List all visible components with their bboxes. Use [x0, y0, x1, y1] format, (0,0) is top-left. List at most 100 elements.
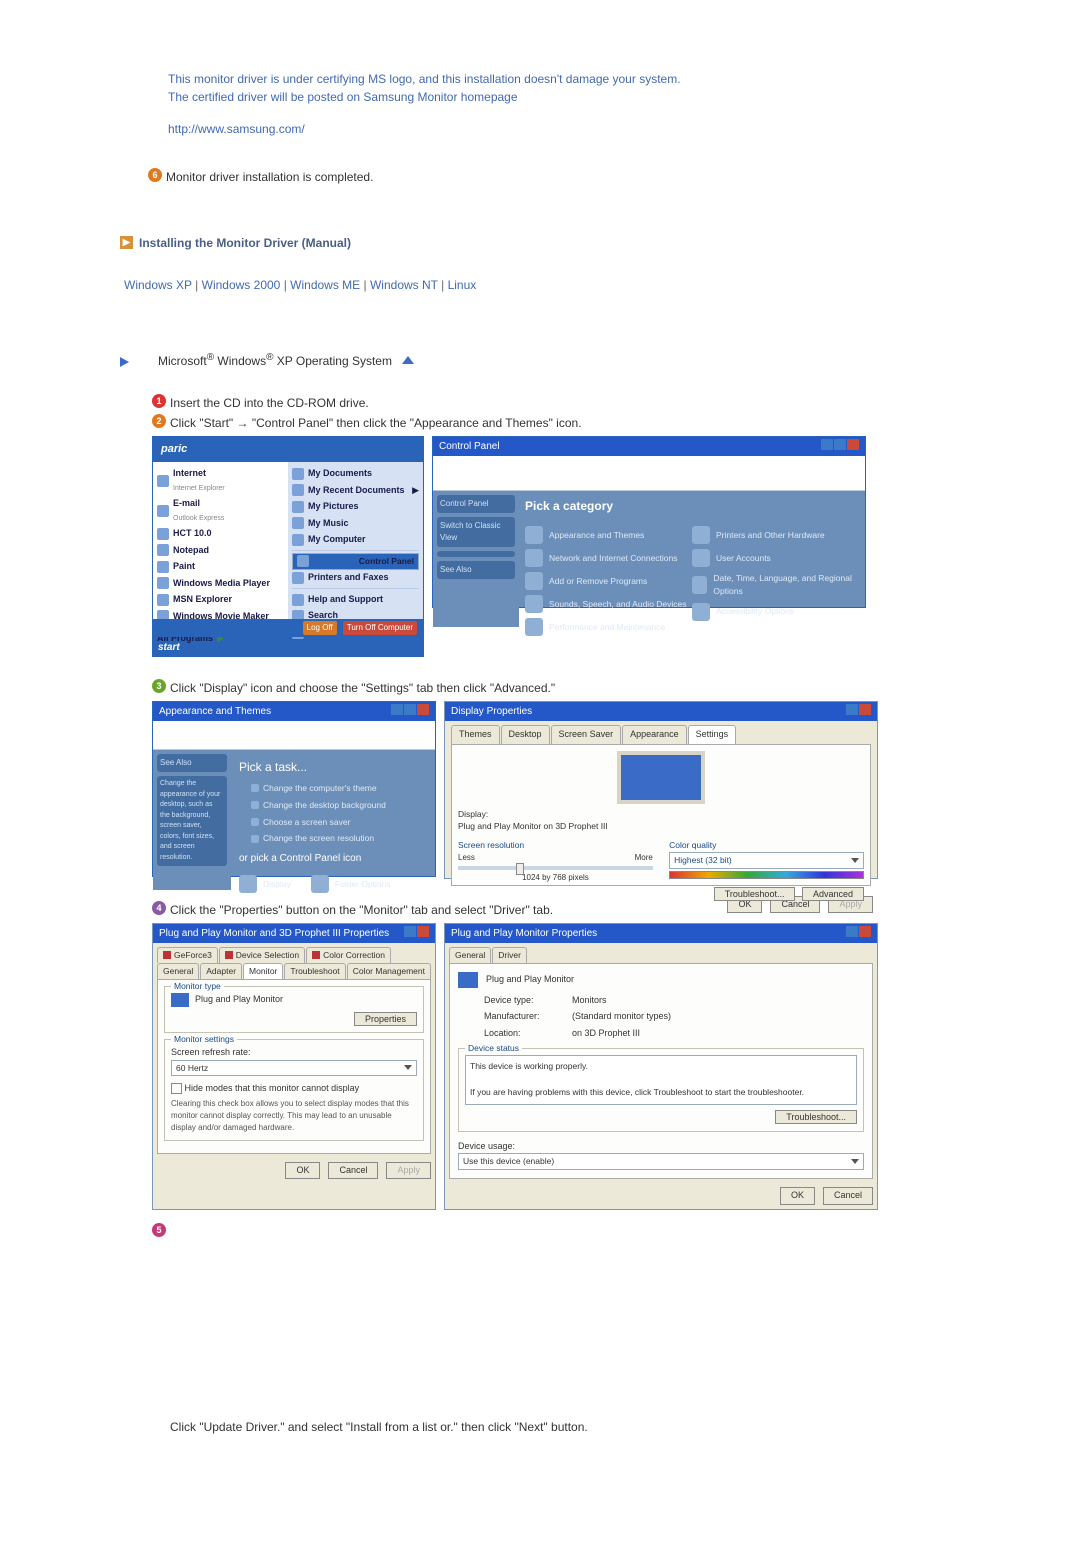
dropdown-icon: [851, 858, 859, 863]
pp3d-cancel-button[interactable]: Cancel: [328, 1162, 378, 1180]
dp-tab[interactable]: Screen Saver: [551, 725, 622, 744]
dp-tabs: ThemesDesktopScreen SaverAppearanceSetti…: [445, 721, 877, 744]
dp-tab[interactable]: Appearance: [622, 725, 687, 744]
start-item-right[interactable]: My Music: [292, 515, 419, 532]
dp-advanced-button[interactable]: Advanced: [802, 887, 864, 901]
link-windows-me[interactable]: Windows ME: [290, 278, 360, 292]
ppm-troubleshoot-button[interactable]: Troubleshoot...: [775, 1110, 857, 1124]
ath-task[interactable]: Change the desktop background: [251, 799, 427, 812]
cp-category[interactable]: Sounds, Speech, and Audio Devices: [525, 595, 692, 613]
pp3d-title: Plug and Play Monitor and 3D Prophet III…: [159, 926, 389, 941]
pp3d-hide-modes-checkbox[interactable]: [171, 1083, 182, 1094]
start-item[interactable]: Notepad: [157, 542, 284, 559]
cp-side-tile[interactable]: See Also: [437, 561, 515, 579]
screenshot-row-3: Plug and Play Monitor and 3D Prophet III…: [152, 923, 970, 1210]
start-item[interactable]: E-mailOutlook Express: [157, 496, 284, 526]
heading-bullet-icon: [120, 236, 133, 249]
dp-cq-select[interactable]: Highest (32 bit): [669, 852, 864, 869]
pp3d-refresh-select[interactable]: 60 Hertz: [171, 1060, 417, 1077]
link-linux[interactable]: Linux: [448, 278, 477, 292]
samsung-url[interactable]: http://www.samsung.com/: [168, 120, 970, 138]
ath-task[interactable]: Change the screen resolution: [251, 832, 427, 845]
dp-cq-label: Color quality: [669, 840, 716, 850]
pp3d-tab[interactable]: Adapter: [200, 963, 242, 979]
pp3d-properties-button[interactable]: Properties: [354, 1012, 417, 1026]
ppm-ok-button[interactable]: OK: [780, 1187, 815, 1205]
dp-display-label: Display:: [458, 809, 488, 819]
bullet-4-icon: 4: [152, 901, 166, 915]
cp-categories-left: Appearance and Themes Network and Interne…: [525, 521, 692, 641]
monitor-adapter-properties-screenshot: Plug and Play Monitor and 3D Prophet III…: [152, 923, 436, 1210]
pnp-monitor-properties-screenshot: Plug and Play Monitor Properties General…: [444, 923, 878, 1210]
pp3d-ok-button[interactable]: OK: [285, 1162, 320, 1180]
start-item-right[interactable]: Control Panel: [292, 553, 419, 570]
dp-tab[interactable]: Desktop: [501, 725, 550, 744]
ppm-tab-driver[interactable]: Driver: [492, 947, 527, 963]
pp3d-hide-label: Hide modes that this monitor cannot disp…: [185, 1083, 360, 1093]
pp3d-tab[interactable]: Color Correction: [306, 947, 391, 963]
link-windows-xp[interactable]: Windows XP: [124, 278, 192, 292]
pp3d-tab[interactable]: Troubleshoot: [284, 963, 345, 979]
cp-categories-right: Printers and Other Hardware User Accounts…: [692, 521, 859, 641]
start-item-right[interactable]: My Documents: [292, 466, 419, 483]
ath-icon-display[interactable]: Display: [239, 875, 291, 893]
cp-category[interactable]: Date, Time, Language, and Regional Optio…: [692, 572, 859, 598]
cp-category[interactable]: User Accounts: [692, 549, 859, 567]
max-icon[interactable]: [834, 439, 846, 450]
monitor-icon: [171, 993, 189, 1007]
pp3d-refresh-label: Screen refresh rate:: [171, 1046, 417, 1060]
dp-tab[interactable]: Settings: [688, 725, 737, 744]
dp-display-value: Plug and Play Monitor on 3D Prophet III: [458, 821, 608, 831]
start-item-right[interactable]: My Computer: [292, 532, 419, 549]
start-item[interactable]: MSN Explorer: [157, 592, 284, 609]
ath-side-note: Change the appearance of your desktop, s…: [157, 776, 227, 866]
step-3-row: 3 Click "Display" icon and choose the "S…: [152, 679, 970, 697]
cp-category[interactable]: Printers and Other Hardware: [692, 526, 859, 544]
dp-res-slider[interactable]: [516, 863, 524, 875]
logoff-button[interactable]: Log Off: [303, 621, 337, 635]
start-item[interactable]: Paint: [157, 559, 284, 576]
pp3d-tab[interactable]: Device Selection: [219, 947, 305, 963]
close-icon[interactable]: [847, 439, 859, 450]
start-item-right[interactable]: My Recent Documents ▶: [292, 482, 419, 499]
start-item-right[interactable]: My Pictures: [292, 499, 419, 516]
ath-task[interactable]: Choose a screen saver: [251, 816, 427, 829]
turnoff-button[interactable]: Turn Off Computer: [343, 621, 417, 635]
cp-category[interactable]: Accessibility Options: [692, 603, 859, 621]
start-item-right[interactable]: Help and Support: [292, 591, 419, 608]
start-item[interactable]: InternetInternet Explorer: [157, 466, 284, 496]
back-to-top-icon[interactable]: [402, 356, 414, 364]
step-5-bullet-only: 5: [152, 1220, 970, 1238]
link-windows-2000[interactable]: Windows 2000: [202, 278, 281, 292]
dp-tab[interactable]: Themes: [451, 725, 500, 744]
dp-color-bar-icon: [669, 871, 864, 879]
ppm-usage-select[interactable]: Use this device (enable): [458, 1153, 864, 1170]
ppm-cancel-button[interactable]: Cancel: [823, 1187, 873, 1205]
step-4-text: Click the "Properties" button on the "Mo…: [170, 901, 553, 919]
ppm-tab-general[interactable]: General: [449, 947, 491, 963]
start-item-right[interactable]: Printers and Faxes: [292, 570, 419, 587]
cp-side-tile[interactable]: Switch to Classic View: [437, 517, 515, 547]
cp-side-tile[interactable]: [437, 551, 515, 557]
display-properties-screenshot: Display Properties ThemesDesktopScreen S…: [444, 701, 878, 879]
ath-task[interactable]: Change the computer's theme: [251, 782, 427, 795]
cp-category[interactable]: Appearance and Themes: [525, 526, 692, 544]
link-windows-nt[interactable]: Windows NT: [370, 278, 438, 292]
dp-res-less: Less: [458, 852, 475, 864]
start-item[interactable]: Windows Media Player: [157, 575, 284, 592]
pp3d-tab[interactable]: GeForce3: [157, 947, 218, 963]
pp3d-tab[interactable]: General: [157, 963, 199, 979]
screenshot-row-1: paric InternetInternet ExplorerE-mailOut…: [152, 436, 970, 657]
cp-category[interactable]: Performance and Maintenance: [525, 618, 692, 636]
min-icon[interactable]: [821, 439, 833, 450]
ath-pick-task: Pick a task...: [239, 758, 427, 776]
dp-troubleshoot-button[interactable]: Troubleshoot...: [714, 887, 796, 901]
cp-side-tile[interactable]: Control Panel: [437, 495, 515, 513]
pp3d-tab[interactable]: Monitor: [243, 963, 283, 979]
ath-icon-folder-options[interactable]: Folder Options: [311, 875, 391, 893]
cp-category[interactable]: Add or Remove Programs: [525, 572, 692, 590]
start-item[interactable]: HCT 10.0: [157, 526, 284, 543]
cp-category[interactable]: Network and Internet Connections: [525, 549, 692, 567]
pp3d-tab[interactable]: Color Management: [347, 963, 431, 979]
bullet-3-icon: 3: [152, 679, 166, 693]
